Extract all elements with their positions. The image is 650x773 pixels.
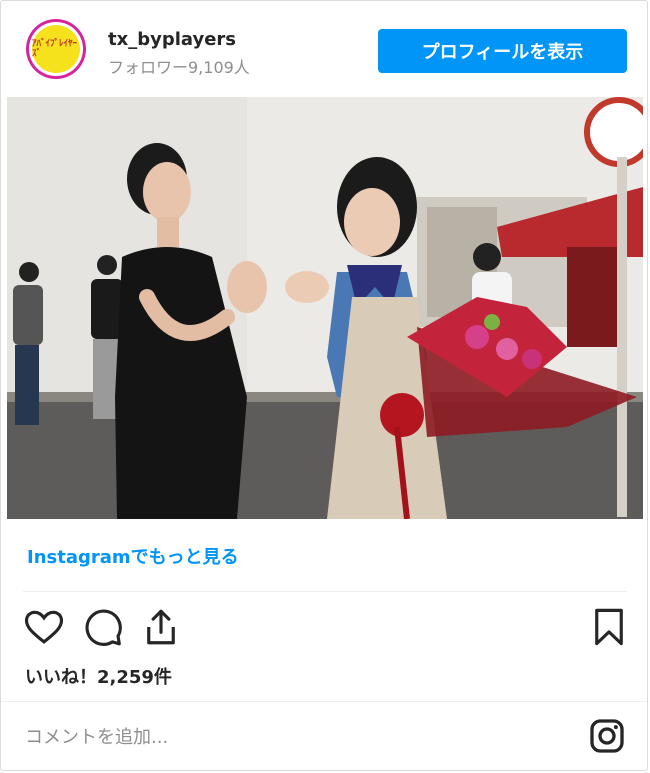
share-icon	[147, 609, 175, 645]
like-count: いいね！2,259件	[25, 667, 172, 688]
instagram-icon	[590, 719, 624, 753]
road-sign	[584, 97, 643, 167]
follower-count: フォロワー9,109人	[108, 58, 250, 77]
view-more-on-instagram-link[interactable]: Instagramでもっと見る	[27, 543, 239, 569]
post-header: ｱﾊﾞｲﾌﾟﾚｲﾔｰｽﾞ tx_byplayers フォロワー9,109人 プロ…	[1, 1, 647, 96]
view-profile-button[interactable]: プロフィールを表示	[378, 29, 627, 73]
divider	[1, 701, 647, 702]
instagram-embed-card: ｱﾊﾞｲﾌﾟﾚｲﾔｰｽﾞ tx_byplayers フォロワー9,109人 プロ…	[0, 0, 648, 771]
avatar-logo: ｱﾊﾞｲﾌﾟﾚｲﾔｰｽﾞ	[32, 25, 80, 73]
heart-icon	[24, 610, 64, 644]
divider	[23, 591, 627, 592]
comment-icon	[85, 609, 122, 646]
avatar-logo-text: ｱﾊﾞｲﾌﾟﾚｲﾔｰｽﾞ	[32, 39, 78, 59]
like-button[interactable]	[23, 606, 65, 648]
profile-avatar[interactable]: ｱﾊﾞｲﾌﾟﾚｲﾔｰｽﾞ	[26, 19, 86, 79]
add-comment-input[interactable]: コメントを追加...	[25, 723, 168, 749]
username[interactable]: tx_byplayers	[108, 29, 236, 50]
post-photo-illustration	[7, 97, 643, 519]
save-button[interactable]	[588, 606, 630, 648]
instagram-logo-link[interactable]	[587, 716, 627, 756]
post-photo[interactable]	[7, 97, 643, 519]
comment-button[interactable]	[82, 606, 124, 648]
avatar-ring: ｱﾊﾞｲﾌﾟﾚｲﾔｰｽﾞ	[29, 22, 83, 76]
share-button[interactable]	[140, 606, 182, 648]
bookmark-icon	[595, 608, 623, 646]
